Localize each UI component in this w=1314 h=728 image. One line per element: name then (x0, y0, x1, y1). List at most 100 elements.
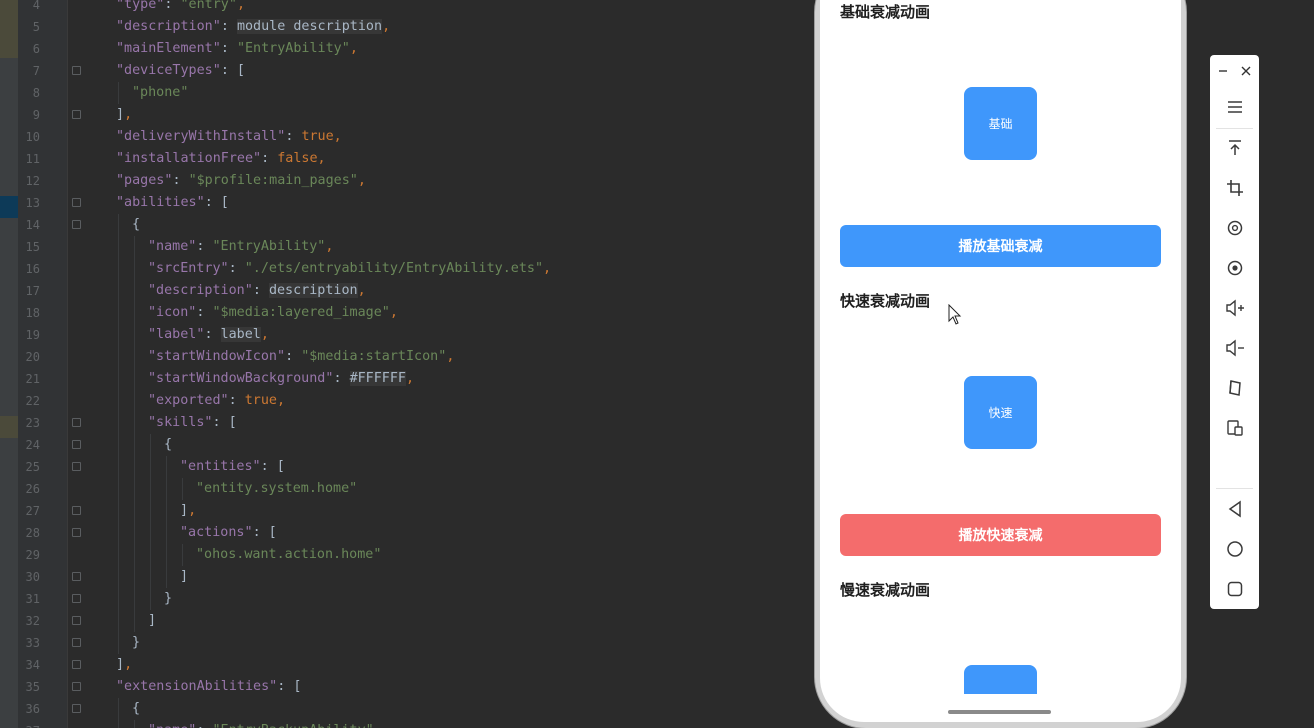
menu-icon[interactable] (1218, 92, 1251, 122)
code-line[interactable]: 15 "name": "EntryAbility", (18, 236, 816, 258)
code-text[interactable]: ], (116, 654, 132, 676)
fold-marker-icon[interactable] (72, 110, 81, 119)
code-line[interactable]: 12 "pages": "$profile:main_pages", (18, 170, 816, 192)
code-text[interactable]: "srcEntry": "./ets/entryability/EntryAbi… (148, 258, 551, 280)
code-text[interactable]: "label": label, (148, 324, 269, 346)
code-line[interactable]: 36 { (18, 698, 816, 720)
code-text[interactable]: "abilities": [ (116, 192, 229, 214)
code-text[interactable]: "name": "EntryAbility", (148, 236, 333, 258)
code-text[interactable]: "startWindowBackground": #FFFFFF, (148, 368, 414, 390)
code-line[interactable]: 21 "startWindowBackground": #FFFFFF, (18, 368, 816, 390)
code-line[interactable]: 23 "skills": [ (18, 412, 816, 434)
crop-icon[interactable] (1218, 173, 1251, 203)
fold-marker-icon[interactable] (72, 704, 81, 713)
code-text[interactable]: "description": description, (148, 280, 366, 302)
code-text[interactable]: "installationFree": false, (116, 148, 326, 170)
home-indicator[interactable] (948, 710, 1051, 714)
fold-marker-icon[interactable] (72, 506, 81, 515)
code-text[interactable]: "skills": [ (148, 412, 237, 434)
code-line[interactable]: 33} (18, 632, 816, 654)
fold-marker-icon[interactable] (72, 594, 81, 603)
code-line[interactable]: 22 "exported": true, (18, 390, 816, 412)
back-icon[interactable] (1218, 494, 1251, 524)
code-line[interactable]: 26 "entity.system.home" (18, 478, 816, 500)
code-line[interactable]: 28 "actions": [ (18, 522, 816, 544)
code-text[interactable]: "description": module description, (116, 16, 390, 38)
code-line[interactable]: 14 { (18, 214, 816, 236)
code-text[interactable]: ], (116, 104, 132, 126)
code-line[interactable]: 31} (18, 588, 816, 610)
code-editor[interactable]: 4 "type": "entry", 5 "description": module … (0, 0, 816, 728)
code-line[interactable]: 32] (18, 610, 816, 632)
code-line[interactable]: 9], (18, 104, 816, 126)
code-line[interactable]: 10 "deliveryWithInstall": true, (18, 126, 816, 148)
play-basic-decay-button[interactable]: 播放基础衰减 (840, 225, 1161, 267)
code-text[interactable]: "startWindowIcon": "$media:startIcon", (148, 346, 454, 368)
code-line[interactable]: 35 "extensionAbilities": [ (18, 676, 816, 698)
minimize-icon[interactable] (1214, 61, 1232, 81)
code-text[interactable]: ] (180, 566, 188, 588)
fold-marker-icon[interactable] (72, 418, 81, 427)
code-line[interactable]: 4 "type": "entry", (18, 0, 816, 16)
code-line[interactable]: 11 "installationFree": false, (18, 148, 816, 170)
code-line[interactable]: 30] (18, 566, 816, 588)
code-text[interactable]: "actions": [ (180, 522, 277, 544)
fold-marker-icon[interactable] (72, 440, 81, 449)
fold-icon[interactable] (1218, 373, 1251, 403)
code-text[interactable]: { (164, 434, 172, 456)
code-text[interactable]: } (132, 632, 140, 654)
code-text[interactable]: { (132, 698, 140, 720)
code-text[interactable]: "pages": "$profile:main_pages", (116, 170, 366, 192)
play-fast-decay-button[interactable]: 播放快速衰减 (840, 514, 1161, 556)
code-line[interactable]: 17 "description": description, (18, 280, 816, 302)
code-text[interactable]: "extensionAbilities": [ (116, 676, 301, 698)
code-text[interactable]: "deliveryWithInstall": true, (116, 126, 342, 148)
code-text[interactable]: "mainElement": "EntryAbility", (116, 38, 358, 60)
code-text[interactable]: "icon": "$media:layered_image", (148, 302, 398, 324)
code-line[interactable]: 19 "label": label, (18, 324, 816, 346)
code-text[interactable]: ], (180, 500, 196, 522)
code-line[interactable]: 25 "entities": [ (18, 456, 816, 478)
code-text[interactable]: "type": "entry", (116, 0, 245, 16)
code-text[interactable]: "phone" (132, 82, 188, 104)
code-line[interactable]: 24 { (18, 434, 816, 456)
fold-marker-icon[interactable] (72, 572, 81, 581)
code-line[interactable]: 16 "srcEntry": "./ets/entryability/EntryA… (18, 258, 816, 280)
recent-apps-icon[interactable] (1218, 574, 1251, 604)
code-line[interactable]: 29 "ohos.want.action.home" (18, 544, 816, 566)
code-text[interactable]: "ohos.want.action.home" (196, 544, 381, 566)
code-line[interactable]: 5 "description": module description, (18, 16, 816, 38)
fold-marker-icon[interactable] (72, 220, 81, 229)
screenshot-icon[interactable] (1218, 253, 1251, 283)
code-line[interactable]: 27], (18, 500, 816, 522)
code-line[interactable]: 6 "mainElement": "EntryAbility", (18, 38, 816, 60)
code-line[interactable]: 7 "deviceTypes": [ (18, 60, 816, 82)
code-line[interactable]: 20 "startWindowIcon": "$media:startIcon", (18, 346, 816, 368)
code-text[interactable]: "entities": [ (180, 456, 285, 478)
fold-marker-icon[interactable] (72, 660, 81, 669)
code-text[interactable]: ] (148, 610, 156, 632)
fold-marker-icon[interactable] (72, 462, 81, 471)
code-line[interactable]: 8 "phone" (18, 82, 816, 104)
code-text[interactable]: "deviceTypes": [ (116, 60, 245, 82)
fold-marker-icon[interactable] (72, 638, 81, 647)
fold-marker-icon[interactable] (72, 616, 81, 625)
code-line[interactable]: 18 "icon": "$media:layered_image", (18, 302, 816, 324)
fold-marker-icon[interactable] (72, 198, 81, 207)
code-text[interactable]: "exported": true, (148, 390, 285, 412)
code-line[interactable]: 34], (18, 654, 816, 676)
fold-marker-icon[interactable] (72, 66, 81, 75)
code-line[interactable]: 37 "name": "EntryBackupAbility", (18, 720, 816, 728)
fold-marker-icon[interactable] (72, 528, 81, 537)
home-icon[interactable] (1218, 534, 1251, 564)
volume-up-icon[interactable] (1218, 293, 1251, 323)
code-line[interactable]: 13 "abilities": [ (18, 192, 816, 214)
phone-screen[interactable]: 基础衰减动画 基础 播放基础衰减 快速衰减动画 快速 播放快速衰减 慢速衰减动画 (820, 0, 1181, 722)
code-text[interactable]: } (164, 588, 172, 610)
fold-marker-icon[interactable] (72, 682, 81, 691)
volume-down-icon[interactable] (1218, 333, 1251, 363)
multi-device-icon[interactable] (1218, 413, 1251, 443)
rotate-icon[interactable] (1218, 213, 1251, 243)
close-icon[interactable] (1237, 61, 1255, 81)
code-text[interactable]: { (132, 214, 140, 236)
